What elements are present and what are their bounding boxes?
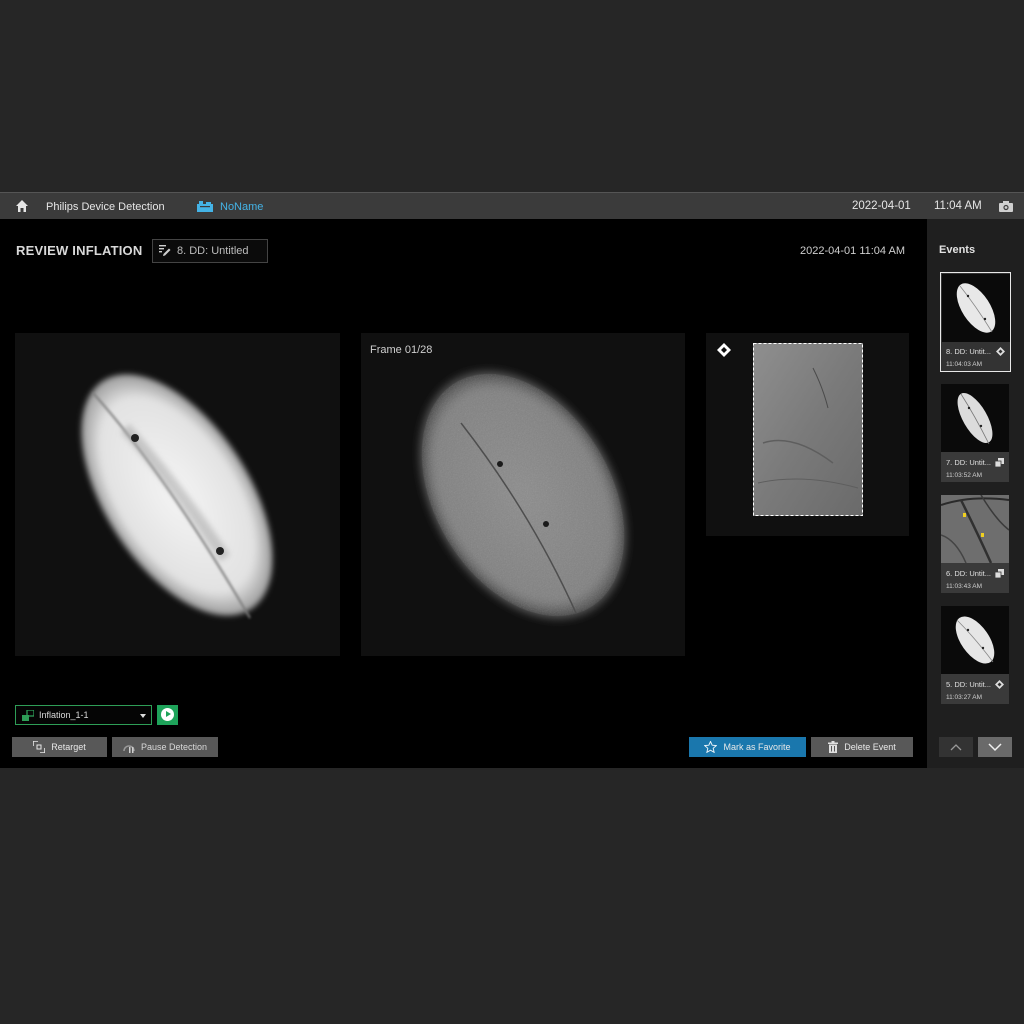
play-button[interactable] <box>157 705 178 725</box>
event-thumbnail-time: 11:03:27 AM <box>946 694 983 701</box>
event-thumbnail-time: 11:03:52 AM <box>946 472 983 479</box>
event-thumbnail-image <box>942 274 1010 342</box>
enhanced-image-panel[interactable] <box>15 333 340 656</box>
frame-counter: Frame 01/28 <box>370 344 433 356</box>
overview-icon <box>995 680 1004 689</box>
event-thumbnail-name: 8. DD: Untit... <box>946 347 992 356</box>
event-thumbnail-time: 11:03:43 AM <box>946 583 983 590</box>
event-thumbnail-name: 7. DD: Untit... <box>946 458 992 467</box>
scroll-up-button[interactable] <box>939 737 973 757</box>
app-window: Philips Device Detection NoName 2022-04-… <box>0 192 1024 768</box>
stent-frame-image <box>418 370 628 620</box>
sequence-select-value: Inflation_1-1 <box>39 710 89 720</box>
overview-icon <box>717 343 731 357</box>
mark-favorite-label: Mark as Favorite <box>723 742 791 752</box>
event-thumbnail[interactable]: 6. DD: Untit... 11:03:43 AM <box>941 495 1009 593</box>
event-timestamp: 2022-04-01 11:04 AM <box>800 245 905 257</box>
camera-icon[interactable] <box>999 201 1013 212</box>
event-name-text: 8. DD: Untitled <box>177 245 249 257</box>
event-thumbnail-name: 6. DD: Untit... <box>946 569 992 578</box>
system-time: 11:04 AM <box>934 200 982 212</box>
review-area: REVIEW INFLATION 8. DD: Untitled 2022-04… <box>0 219 927 768</box>
events-sidebar: Events 8. DD: Untit... 11:04:03 AM 7. DD… <box>927 219 1024 768</box>
retarget-icon <box>33 741 46 753</box>
pause-detection-button[interactable]: Pause Detection <box>112 737 218 757</box>
delete-event-button[interactable]: Delete Event <box>811 737 913 757</box>
event-thumbnail-time: 11:04:03 AM <box>946 361 983 368</box>
overview-icon <box>996 347 1005 356</box>
event-thumbnail-image <box>941 384 1009 452</box>
overview-panel <box>706 333 909 536</box>
chevron-down-icon <box>140 714 146 718</box>
frame-panel[interactable]: Frame 01/28 <box>361 333 685 656</box>
star-icon <box>704 741 718 753</box>
mark-favorite-button[interactable]: Mark as Favorite <box>689 737 806 757</box>
event-name-field[interactable]: 8. DD: Untitled <box>152 239 268 263</box>
event-thumbnail[interactable]: 8. DD: Untit... 11:04:03 AM <box>940 272 1011 372</box>
events-title: Events <box>939 244 976 256</box>
retarget-label: Retarget <box>51 742 86 752</box>
chevron-down-icon <box>988 743 1002 752</box>
patient-name[interactable]: NoName <box>220 201 263 213</box>
system-date: 2022-04-01 <box>852 200 911 212</box>
app-name: Philips Device Detection <box>46 201 165 213</box>
copy-icon <box>995 569 1004 578</box>
retarget-button[interactable]: Retarget <box>12 737 107 757</box>
pause-detection-icon <box>123 744 135 753</box>
event-thumbnail[interactable]: 5. DD: Untit... 11:03:27 AM <box>941 606 1009 704</box>
home-icon[interactable] <box>15 199 29 213</box>
pause-detection-label: Pause Detection <box>140 742 208 752</box>
top-bar: Philips Device Detection NoName 2022-04-… <box>0 192 1024 220</box>
edit-icon <box>159 245 171 256</box>
overview-angiogram[interactable] <box>753 343 863 516</box>
trash-icon <box>828 741 839 753</box>
stent-enhanced-image <box>81 374 273 619</box>
play-icon <box>161 708 174 721</box>
scroll-down-button[interactable] <box>978 737 1012 757</box>
event-thumbnail-image <box>941 606 1009 674</box>
event-thumbnail-name: 5. DD: Untit... <box>946 680 992 689</box>
chevron-up-icon <box>950 744 962 751</box>
delete-event-label: Delete Event <box>844 742 896 752</box>
event-thumbnail-image <box>941 495 1009 563</box>
event-thumbnail[interactable]: 7. DD: Untit... 11:03:52 AM <box>941 384 1009 482</box>
sequence-icon <box>22 710 34 721</box>
copy-icon <box>995 458 1004 467</box>
sequence-select[interactable]: Inflation_1-1 <box>15 705 152 725</box>
patient-icon <box>197 201 213 212</box>
page-title: REVIEW INFLATION <box>16 243 143 258</box>
